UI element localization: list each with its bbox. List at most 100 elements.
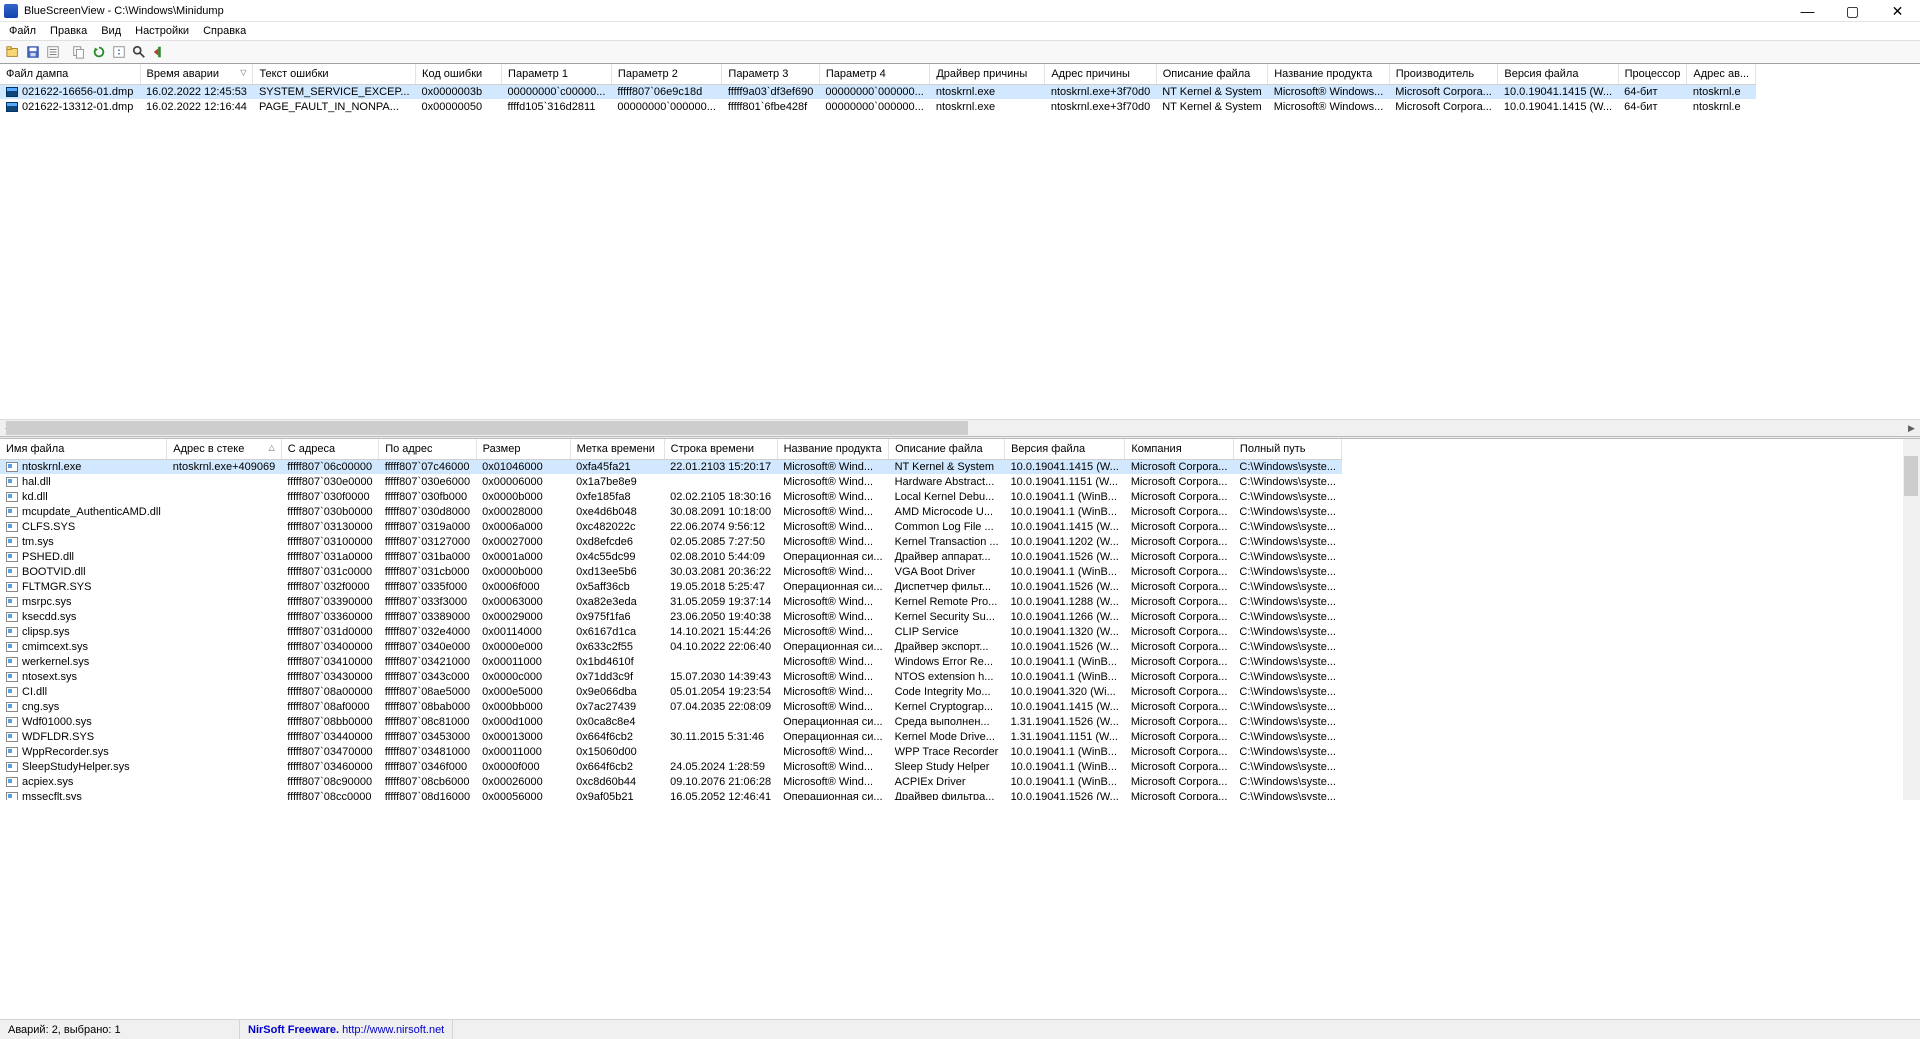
- toolbar-open-button[interactable]: [4, 43, 22, 61]
- top-horizontal-scrollbar[interactable]: ◀ ▶: [0, 419, 1920, 436]
- crash-list-pane[interactable]: Файл дампаВремя аварии▽Текст ошибкиКод о…: [0, 64, 1920, 419]
- list-item[interactable]: BOOTVID.dllfffff807`031c0000fffff807`031…: [0, 564, 1342, 579]
- list-item[interactable]: FLTMGR.SYSfffff807`032f0000fffff807`0335…: [0, 579, 1342, 594]
- toolbar-save-button[interactable]: [24, 43, 42, 61]
- column-header[interactable]: Параметр 1: [502, 64, 612, 84]
- list-item[interactable]: WppRecorder.sysfffff807`03470000fffff807…: [0, 744, 1342, 759]
- column-header[interactable]: Адрес причины: [1045, 64, 1156, 84]
- list-item[interactable]: tm.sysfffff807`03100000fffff807`03127000…: [0, 534, 1342, 549]
- column-header[interactable]: Файл дампа: [0, 64, 140, 84]
- list-item[interactable]: ntoskrnl.exentoskrnl.exe+409069fffff807`…: [0, 459, 1342, 474]
- column-header[interactable]: Адрес в стеке△: [167, 439, 281, 459]
- scroll-thumb[interactable]: [6, 421, 968, 435]
- toolbar-find-button[interactable]: [130, 43, 148, 61]
- toolbar-copy-button[interactable]: [70, 43, 88, 61]
- menu-вид[interactable]: Вид: [94, 25, 128, 37]
- cell: fffff807`031cb000: [379, 564, 476, 579]
- column-header[interactable]: По адрес: [379, 439, 476, 459]
- column-header[interactable]: Компания: [1125, 439, 1234, 459]
- list-item[interactable]: msrpc.sysfffff807`03390000fffff807`033f3…: [0, 594, 1342, 609]
- list-item[interactable]: ksecdd.sysfffff807`03360000fffff807`0338…: [0, 609, 1342, 624]
- scroll-thumb[interactable]: [1904, 456, 1918, 496]
- column-header[interactable]: Метка времени: [570, 439, 664, 459]
- toolbar-options-button[interactable]: [110, 43, 128, 61]
- scroll-right-icon[interactable]: ▶: [1903, 420, 1920, 437]
- cell: Среда выполнен...: [889, 714, 1005, 729]
- cell: Microsoft Corpora...: [1125, 624, 1234, 639]
- cell: ntoskrnl.exe+409069: [167, 459, 281, 474]
- cell: fffff807`031ba000: [379, 549, 476, 564]
- column-header[interactable]: Полный путь: [1233, 439, 1342, 459]
- column-header[interactable]: Версия файла: [1005, 439, 1125, 459]
- bottom-vertical-scrollbar[interactable]: [1903, 439, 1920, 800]
- menu-справка[interactable]: Справка: [196, 25, 253, 37]
- list-item[interactable]: kd.dllfffff807`030f0000fffff807`030fb000…: [0, 489, 1342, 504]
- list-item[interactable]: CLFS.SYSfffff807`03130000fffff807`0319a0…: [0, 519, 1342, 534]
- list-item[interactable]: cng.sysfffff807`08af0000fffff807`08bab00…: [0, 699, 1342, 714]
- list-item[interactable]: hal.dllfffff807`030e0000fffff807`030e600…: [0, 474, 1342, 489]
- column-header[interactable]: Параметр 4: [819, 64, 929, 84]
- cell: 0x00063000: [476, 594, 570, 609]
- menu-правка[interactable]: Правка: [43, 25, 94, 37]
- list-item[interactable]: clipsp.sysfffff807`031d0000fffff807`032e…: [0, 624, 1342, 639]
- list-item[interactable]: 021622-16656-01.dmp16.02.2022 12:45:53SY…: [0, 84, 1756, 99]
- list-item[interactable]: CI.dllfffff807`08a00000fffff807`08ae5000…: [0, 684, 1342, 699]
- cell: 0x0000003b: [416, 84, 502, 99]
- list-item[interactable]: PSHED.dllfffff807`031a0000fffff807`031ba…: [0, 549, 1342, 564]
- cell: 10.0.19041.1 (WinB...: [1005, 744, 1125, 759]
- module-icon: [6, 657, 18, 667]
- column-header[interactable]: Производитель: [1389, 64, 1498, 84]
- status-link[interactable]: NirSoft Freeware. http://www.nirsoft.net: [240, 1020, 453, 1039]
- column-header[interactable]: Размер: [476, 439, 570, 459]
- menu-настройки[interactable]: Настройки: [128, 25, 196, 37]
- column-header[interactable]: Версия файла: [1498, 64, 1618, 84]
- maximize-button[interactable]: ▢: [1830, 0, 1875, 22]
- column-header[interactable]: Строка времени: [664, 439, 777, 459]
- list-item[interactable]: mcupdate_AuthenticAMD.dllfffff807`030b00…: [0, 504, 1342, 519]
- list-item[interactable]: mssecflt.sysfffff807`08cc0000fffff807`08…: [0, 789, 1342, 800]
- cell: Microsoft® Wind...: [777, 624, 889, 639]
- toolbar-properties-button[interactable]: [44, 43, 62, 61]
- module-list-table[interactable]: Имя файлаАдрес в стеке△С адресаПо адресР…: [0, 439, 1342, 800]
- column-header[interactable]: Код ошибки: [416, 64, 502, 84]
- minimize-button[interactable]: —: [1785, 0, 1830, 22]
- column-header[interactable]: Параметр 3: [722, 64, 819, 84]
- list-item[interactable]: acpiex.sysfffff807`08c90000fffff807`08cb…: [0, 774, 1342, 789]
- list-item[interactable]: Wdf01000.sysfffff807`08bb0000fffff807`08…: [0, 714, 1342, 729]
- cell: fffff807`08c81000: [379, 714, 476, 729]
- cell: 10.0.19041.1415 (W...: [1498, 84, 1618, 99]
- cell: AMD Microcode U...: [889, 504, 1005, 519]
- column-header[interactable]: Адрес ав...: [1687, 64, 1756, 84]
- list-item[interactable]: 021622-13312-01.dmp16.02.2022 12:16:44PA…: [0, 99, 1756, 114]
- toolbar-refresh-button[interactable]: [90, 43, 108, 61]
- column-header[interactable]: Имя файла: [0, 439, 167, 459]
- cell: 24.05.2024 1:28:59: [664, 759, 777, 774]
- column-header[interactable]: Драйвер причины: [930, 64, 1045, 84]
- cell: ffffd105`316d2811: [502, 99, 612, 114]
- cell: acpiex.sys: [0, 774, 167, 789]
- column-header[interactable]: Название продукта: [1268, 64, 1390, 84]
- cell: Kernel Remote Pro...: [889, 594, 1005, 609]
- column-header[interactable]: Описание файла: [1156, 64, 1267, 84]
- module-list-pane[interactable]: Имя файлаАдрес в стеке△С адресаПо адресР…: [0, 439, 1920, 800]
- list-item[interactable]: cmimcext.sysfffff807`03400000fffff807`03…: [0, 639, 1342, 654]
- column-header[interactable]: Процессор: [1618, 64, 1687, 84]
- list-item[interactable]: WDFLDR.SYSfffff807`03440000fffff807`0345…: [0, 729, 1342, 744]
- cell: 0x00029000: [476, 609, 570, 624]
- cell: hal.dll: [0, 474, 167, 489]
- column-header[interactable]: Параметр 2: [611, 64, 721, 84]
- list-item[interactable]: ntosext.sysfffff807`03430000fffff807`034…: [0, 669, 1342, 684]
- column-header[interactable]: Название продукта: [777, 439, 889, 459]
- column-header[interactable]: Время аварии▽: [140, 64, 253, 84]
- list-item[interactable]: werkernel.sysfffff807`03410000fffff807`0…: [0, 654, 1342, 669]
- column-header[interactable]: Описание файла: [889, 439, 1005, 459]
- cell: Microsoft® Wind...: [777, 534, 889, 549]
- cell: Операционная си...: [777, 729, 889, 744]
- close-button[interactable]: ✕: [1875, 0, 1920, 22]
- crash-list-table[interactable]: Файл дампаВремя аварии▽Текст ошибкиКод о…: [0, 64, 1756, 114]
- list-item[interactable]: SleepStudyHelper.sysfffff807`03460000fff…: [0, 759, 1342, 774]
- column-header[interactable]: Текст ошибки: [253, 64, 416, 84]
- menu-файл[interactable]: Файл: [2, 25, 43, 37]
- toolbar-exit-button[interactable]: [150, 43, 168, 61]
- column-header[interactable]: С адреса: [281, 439, 378, 459]
